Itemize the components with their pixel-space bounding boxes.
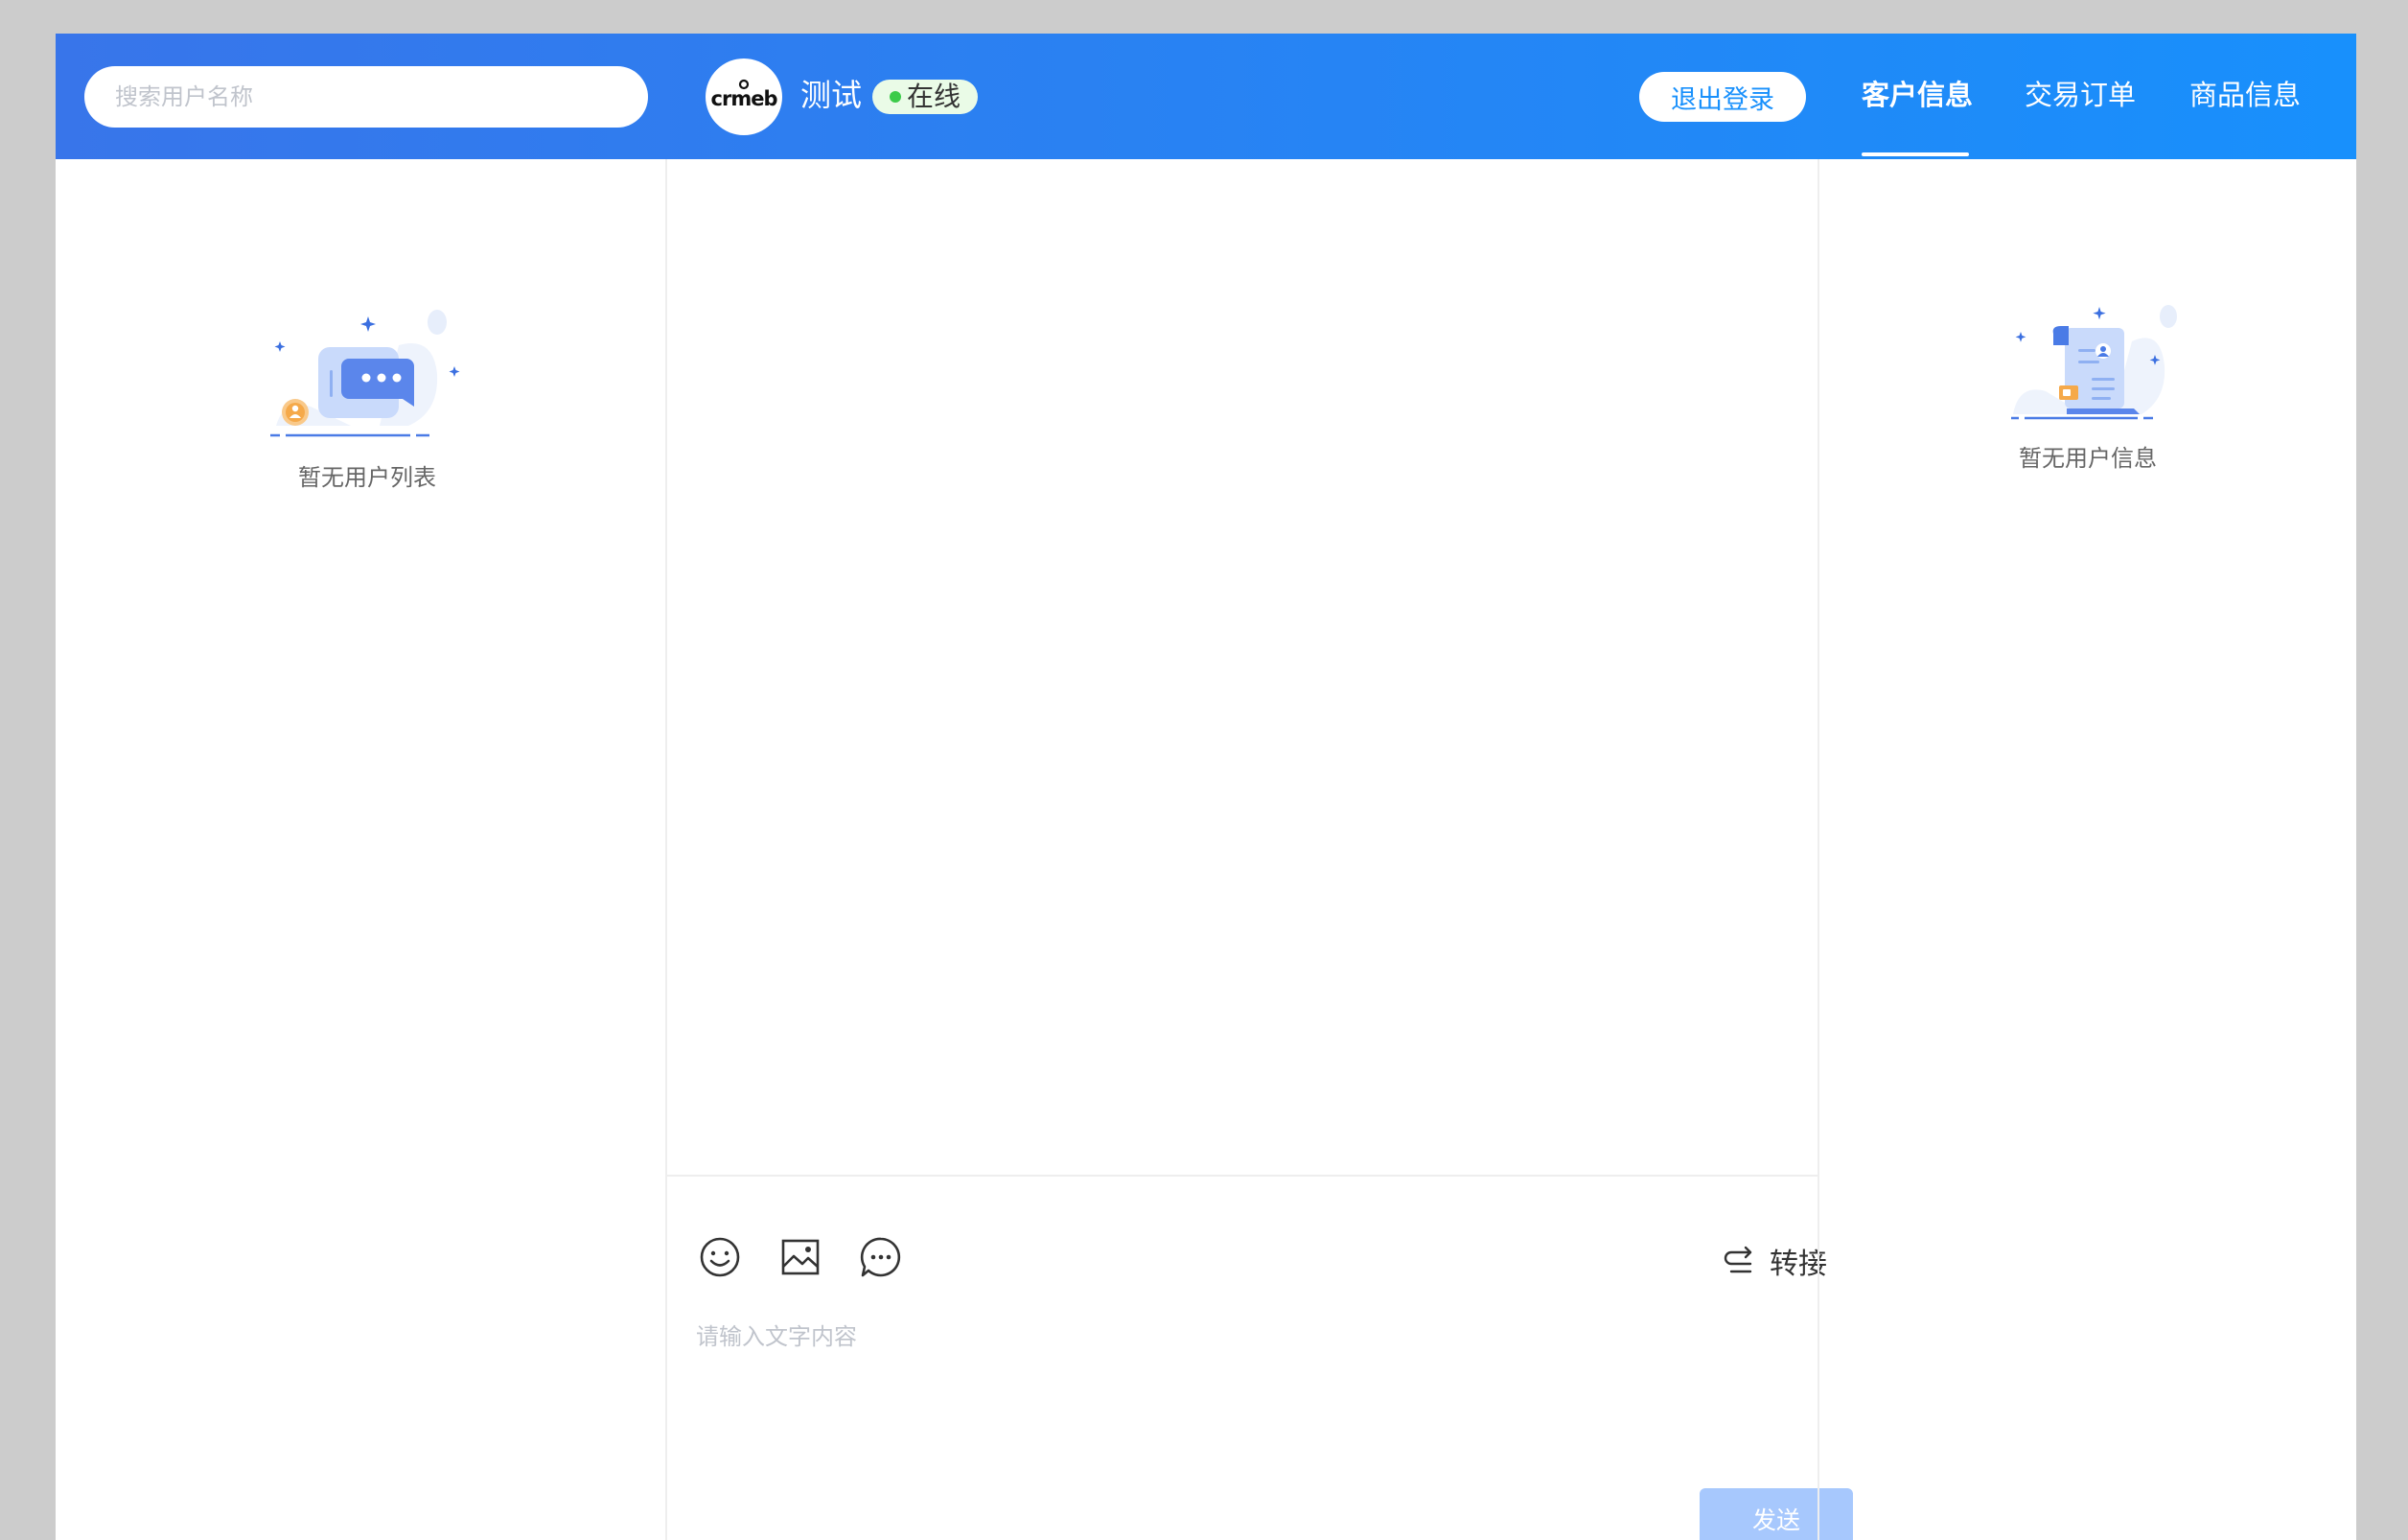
avatar: crmeb [706, 58, 782, 135]
user-info-panel: 暂无用户信息 [1818, 159, 2356, 1540]
empty-user-list-text: 暂无用户列表 [298, 464, 436, 491]
agent-name: 测试 [800, 77, 863, 113]
header-bar: crmeb 测试 在线 退出登录 客户信息 交易订单 商品信息 [56, 34, 2356, 159]
active-tab-indicator [1862, 152, 1969, 156]
user-list-panel: 暂无用户列表 [56, 159, 667, 1540]
status-text: 在线 [907, 81, 961, 112]
message-input[interactable] [696, 1318, 1779, 1461]
quick-reply-icon[interactable] [858, 1234, 904, 1280]
search-input[interactable] [84, 66, 648, 128]
tab-orders[interactable]: 交易订单 [2025, 76, 2136, 114]
status-badge: 在线 [872, 80, 979, 114]
transfer-icon [1724, 1246, 1752, 1273]
chat-workbench: crmeb 测试 在线 退出登录 客户信息 交易订单 商品信息 [56, 34, 2356, 1540]
logo-text: crmeb [711, 87, 778, 110]
crmeb-logo-icon: crmeb [711, 79, 778, 110]
tab-customer-info[interactable]: 客户信息 [1862, 76, 1973, 114]
emoji-icon[interactable] [697, 1234, 743, 1280]
message-list [667, 159, 1818, 1177]
empty-chat-list-illustration-icon [270, 310, 460, 437]
empty-user-info-text: 暂无用户信息 [2019, 445, 2157, 472]
tab-products[interactable]: 商品信息 [2189, 76, 2301, 114]
online-dot-icon [890, 91, 901, 103]
image-icon[interactable] [777, 1234, 823, 1280]
empty-user-info-illustration-icon [2011, 305, 2177, 420]
chat-panel: 转接 发送 [667, 159, 1853, 1540]
logout-button[interactable]: 退出登录 [1639, 72, 1806, 122]
